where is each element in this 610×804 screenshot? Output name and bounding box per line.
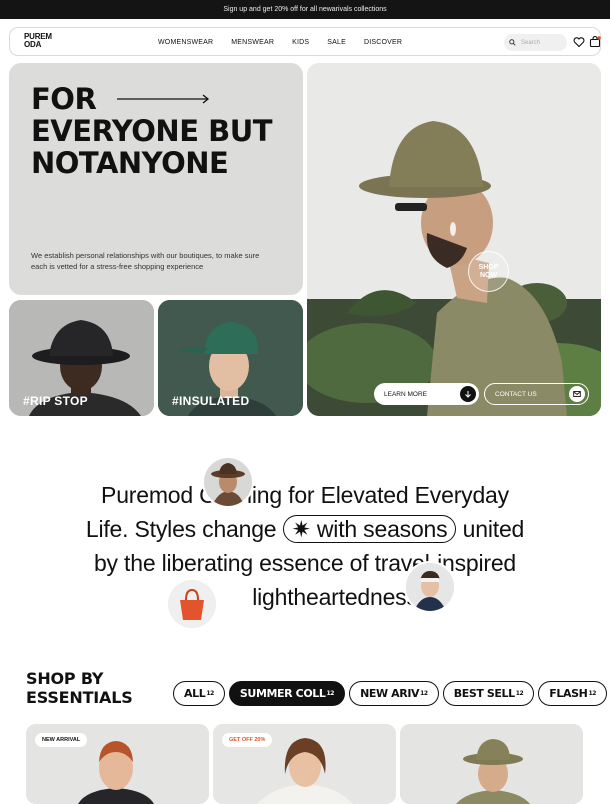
filter-chip-all[interactable]: ALL 12 [173,681,225,706]
nav-item-womenswear[interactable]: WOMENSWEAR [158,39,213,46]
product-card[interactable] [400,724,583,804]
section-title: SHOP BY ESSENTIALS [26,669,133,707]
avatar-woman-headband [404,561,456,613]
filter-chip-flash[interactable]: FLASH 12 [538,681,608,706]
learn-more-button[interactable]: LEARN MORE [374,383,479,405]
avatar-cowboy-hat [202,456,254,508]
nav-item-discover[interactable]: DISCOVER [364,39,402,46]
product-card[interactable]: NEW ARRIVAL [26,724,209,804]
contact-us-label: CONTACT US [495,390,537,398]
product-card[interactable]: GET OFF 20% [213,724,396,804]
heart-icon[interactable] [573,36,585,48]
arrow-down-icon [460,386,476,402]
search-input[interactable]: Search [504,34,567,51]
shop-now-button[interactable]: SHOP NOW [468,251,509,292]
product-badge: GET OFF 20% [222,733,273,747]
tile-tag: #RIP STOP [23,394,88,408]
brand-logo[interactable]: PUREM ODA [24,33,52,49]
filter-chip-new-ariv[interactable]: NEW ARIV 12 [349,681,439,706]
main-navbar: PUREM ODA WOMENSWEAR MENSWEAR KIDS SALE … [9,27,601,56]
learn-more-label: LEARN MORE [384,390,427,398]
seasons-pill: ✷ with seasons [282,515,457,543]
mail-icon [569,386,585,402]
contact-us-button[interactable]: CONTACT US [484,383,589,405]
arrow-right-icon [117,94,210,104]
filter-chip-best-sell[interactable]: BEST SELL 12 [442,681,535,706]
filter-chip-summer-coll[interactable]: SUMMER COLL 12 [228,681,346,706]
tile-rip-stop[interactable]: #RIP STOP [9,300,154,416]
announcement-bar: Sign up and get 20% off for all newariva… [0,0,610,19]
hero-image-panel: SHOP NOW LEARN MORE CONTACT US [307,63,601,416]
nav-item-sale[interactable]: SALE [327,39,346,46]
model-olive-hat-image [307,63,601,416]
nav-item-menswear[interactable]: MENSWEAR [231,39,274,46]
nav-item-kids[interactable]: KIDS [292,39,309,46]
tile-insulated[interactable]: #INSULATED [158,300,303,416]
hero-text-panel: FOR EVERYONE BUT NOTANYONE We establish … [9,63,303,295]
search-placeholder: Search [521,39,541,46]
hero-description: We establish personal relationships with… [31,251,260,271]
sparkle-icon: ✷ [291,516,311,542]
nav-menu: WOMENSWEAR MENSWEAR KIDS SALE DISCOVER [158,28,420,57]
avatar-tote-bag [166,578,218,630]
bag-icon[interactable] [589,36,601,48]
filter-chips: ALL 12 SUMMER COLL 12 NEW ARIV 12 BEST SELL… [173,681,608,706]
product-badge: NEW ARRIVAL [35,733,88,747]
brand-statement: Puremod Clothing for Elevated Everyday L… [85,482,525,610]
announcement-text: Sign up and get 20% off for all newariva… [223,6,387,13]
product-image [400,724,583,804]
tile-tag: #INSULATED [172,394,250,408]
search-icon [509,39,516,46]
